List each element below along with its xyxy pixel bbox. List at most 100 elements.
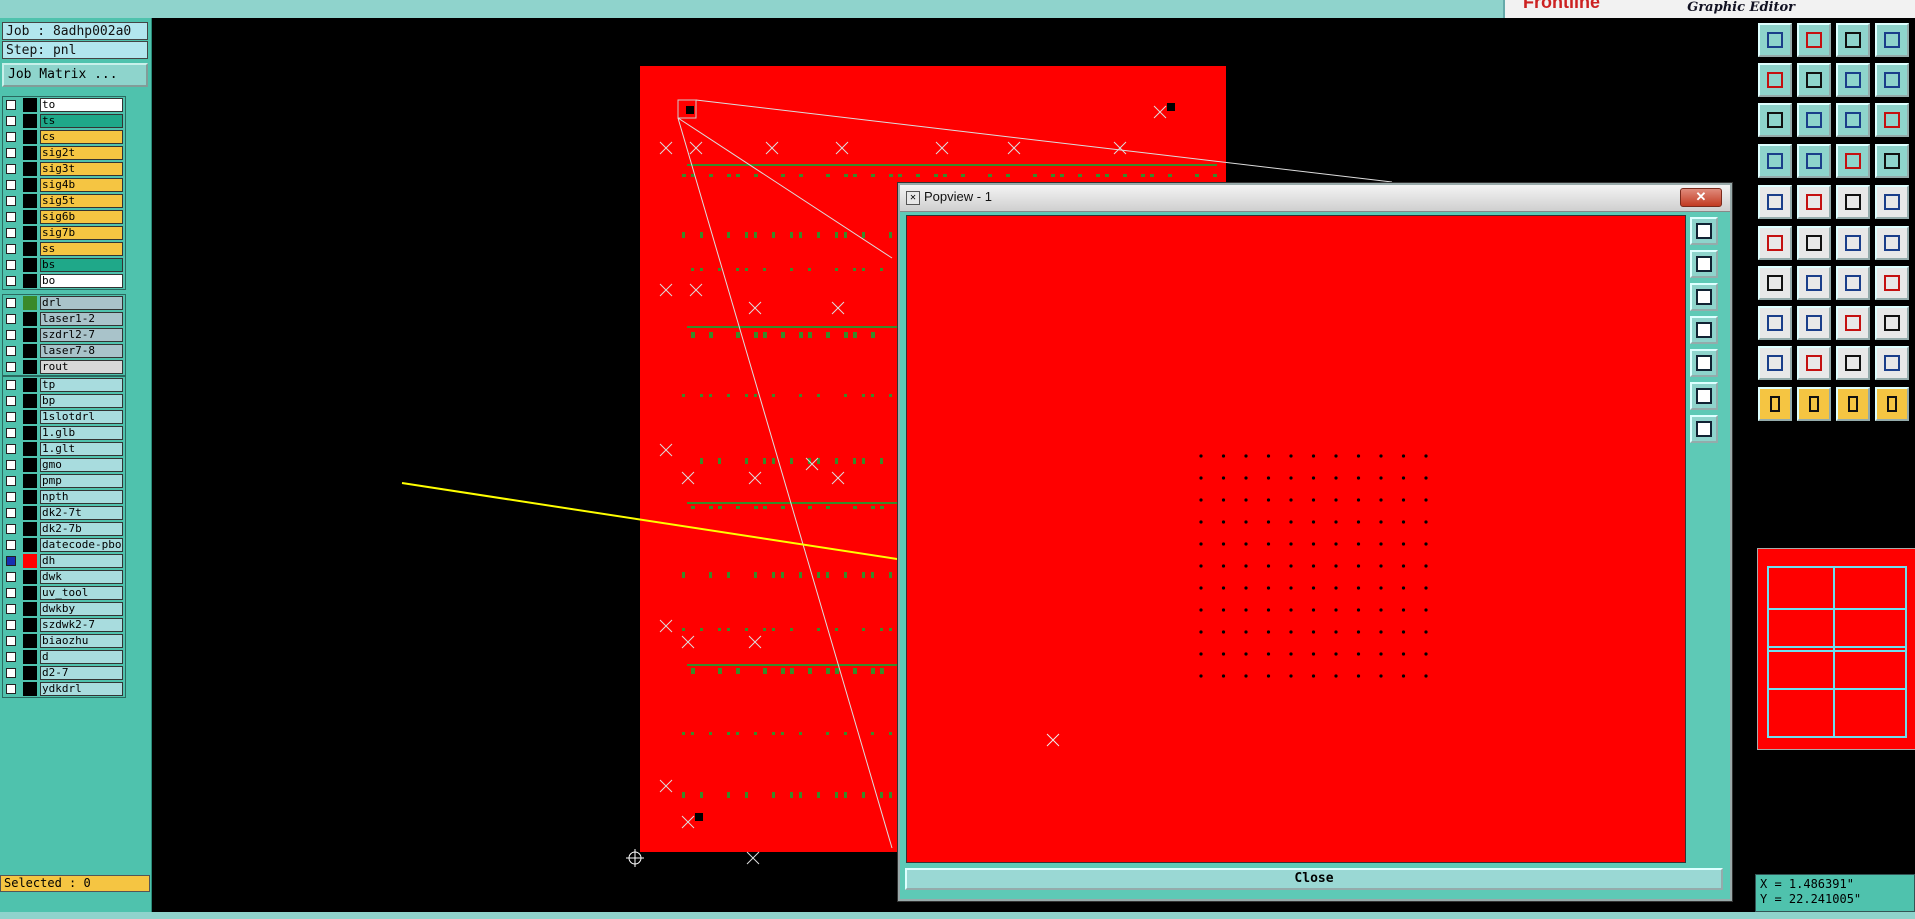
popview-window[interactable]: ✕ Popview - 1 ✕ Close	[898, 183, 1732, 901]
layer-checkbox[interactable]	[6, 428, 16, 438]
layer-color-swatch[interactable]	[23, 98, 37, 112]
layer-checkbox[interactable]	[6, 164, 16, 174]
mirror-tool-button[interactable]	[1875, 266, 1909, 300]
layer-checkbox[interactable]	[6, 412, 16, 422]
layer-row[interactable]: d2-7	[3, 665, 123, 681]
layer-name[interactable]: bo	[40, 274, 123, 288]
profile-tool-button[interactable]	[1875, 346, 1909, 380]
arc-tool-button[interactable]	[1836, 266, 1870, 300]
layer-row[interactable]: ss	[3, 241, 123, 257]
pad-tool-button[interactable]	[1758, 185, 1792, 219]
layer-name[interactable]: bp	[40, 394, 123, 408]
layer-color-swatch[interactable]	[23, 554, 37, 568]
layer-checkbox[interactable]	[6, 132, 16, 142]
layer-row[interactable]: dh	[3, 553, 123, 569]
layer-row[interactable]: pmp	[3, 473, 123, 489]
layer-checkbox[interactable]	[6, 346, 16, 356]
split-tool-button[interactable]	[1875, 226, 1909, 260]
layer-color-swatch[interactable]	[23, 274, 37, 288]
layer-name[interactable]: sig3t	[40, 162, 123, 176]
layer-name[interactable]: dh	[40, 554, 123, 568]
layer-row[interactable]: gmo	[3, 457, 123, 473]
layer-checkbox[interactable]	[6, 492, 16, 502]
layer-name[interactable]: uv_tool	[40, 586, 123, 600]
layer-color-swatch[interactable]	[23, 146, 37, 160]
layer-color-swatch[interactable]	[23, 378, 37, 392]
layer-checkbox[interactable]	[6, 212, 16, 222]
scale-tool-button[interactable]	[1836, 103, 1870, 137]
layer-row[interactable]: drl	[3, 295, 123, 311]
fit-view-button[interactable]	[1690, 382, 1718, 410]
open-tool-button[interactable]	[1758, 23, 1792, 57]
zoom-home-button[interactable]	[1690, 217, 1718, 245]
layer-color-swatch[interactable]	[23, 458, 37, 472]
layer-name[interactable]: d	[40, 650, 123, 664]
measure-tool-button[interactable]	[1758, 144, 1792, 178]
layer-color-swatch[interactable]	[23, 178, 37, 192]
popview-close-button[interactable]: Close	[905, 868, 1723, 890]
layer-color-swatch[interactable]	[23, 474, 37, 488]
node-tool-button[interactable]	[1836, 226, 1870, 260]
layer-checkbox[interactable]	[6, 508, 16, 518]
bridge-tool-button[interactable]	[1836, 346, 1870, 380]
layer-checkbox[interactable]	[6, 572, 16, 582]
layer-row[interactable]: 1.glb	[3, 425, 123, 441]
layer-name[interactable]: dk2-7b	[40, 522, 123, 536]
layer-color-swatch[interactable]	[23, 506, 37, 520]
layer-checkbox[interactable]	[6, 444, 16, 454]
job-matrix-button[interactable]: Job Matrix ...	[2, 63, 148, 87]
layer-row[interactable]: szdwk2-7	[3, 617, 123, 633]
layer-checkbox[interactable]	[6, 540, 16, 550]
layer-checkbox[interactable]	[6, 524, 16, 534]
layer-name[interactable]: d2-7	[40, 666, 123, 680]
layer-name[interactable]: dwk	[40, 570, 123, 584]
layer-color-swatch[interactable]	[23, 114, 37, 128]
layer-checkbox[interactable]	[6, 476, 16, 486]
layer-color-swatch[interactable]	[23, 618, 37, 632]
layer-name[interactable]: rout	[40, 360, 123, 374]
layer-row[interactable]: szdrl2-7	[3, 327, 123, 343]
layer-row[interactable]: to	[3, 97, 123, 113]
layer-name[interactable]: sig4b	[40, 178, 123, 192]
zoom-fit-tool-button[interactable]	[1758, 103, 1792, 137]
layer-name[interactable]: pmp	[40, 474, 123, 488]
select-box-tool-button[interactable]	[1797, 387, 1831, 421]
layer-color-swatch[interactable]	[23, 602, 37, 616]
layer-checkbox[interactable]	[6, 196, 16, 206]
next-tool-button[interactable]	[1797, 63, 1831, 97]
layer-checkbox[interactable]	[6, 396, 16, 406]
layer-color-swatch[interactable]	[23, 586, 37, 600]
layer-color-swatch[interactable]	[23, 194, 37, 208]
window-close-button[interactable]: ✕	[1680, 188, 1722, 207]
line-tool-button[interactable]	[1797, 185, 1831, 219]
select-net-tool-button[interactable]	[1875, 387, 1909, 421]
layer-row[interactable]: cs	[3, 129, 123, 145]
select-polygon-tool-button[interactable]	[1836, 387, 1870, 421]
layer-checkbox[interactable]	[6, 244, 16, 254]
layer-color-swatch[interactable]	[23, 650, 37, 664]
layer-checkbox[interactable]	[6, 180, 16, 190]
layer-row[interactable]: datecode-pbo	[3, 537, 123, 553]
layer-name[interactable]: cs	[40, 130, 123, 144]
layer-checkbox[interactable]	[6, 330, 16, 340]
zoom-in-button[interactable]	[1690, 250, 1718, 278]
layer-checkbox[interactable]	[6, 652, 16, 662]
layer-row[interactable]: bs	[3, 257, 123, 273]
layer-color-swatch[interactable]	[23, 130, 37, 144]
layer-color-swatch[interactable]	[23, 328, 37, 342]
layer-name[interactable]: to	[40, 98, 123, 112]
layer-color-swatch[interactable]	[23, 394, 37, 408]
layer-row[interactable]: npth	[3, 489, 123, 505]
save-tool-button[interactable]	[1797, 23, 1831, 57]
peak-tool-button[interactable]	[1797, 346, 1831, 380]
layer-name[interactable]: 1.glb	[40, 426, 123, 440]
layer-color-swatch[interactable]	[23, 312, 37, 326]
layer-name[interactable]: szdrl2-7	[40, 328, 123, 342]
layer-checkbox[interactable]	[6, 588, 16, 598]
layer-row[interactable]: dwkby	[3, 601, 123, 617]
layer-row[interactable]: sig4b	[3, 177, 123, 193]
layer-name[interactable]: szdwk2-7	[40, 618, 123, 632]
grid-toggle-tool-button[interactable]	[1797, 144, 1831, 178]
grid-tool-button[interactable]	[1875, 23, 1909, 57]
layer-row[interactable]: tp	[3, 377, 123, 393]
